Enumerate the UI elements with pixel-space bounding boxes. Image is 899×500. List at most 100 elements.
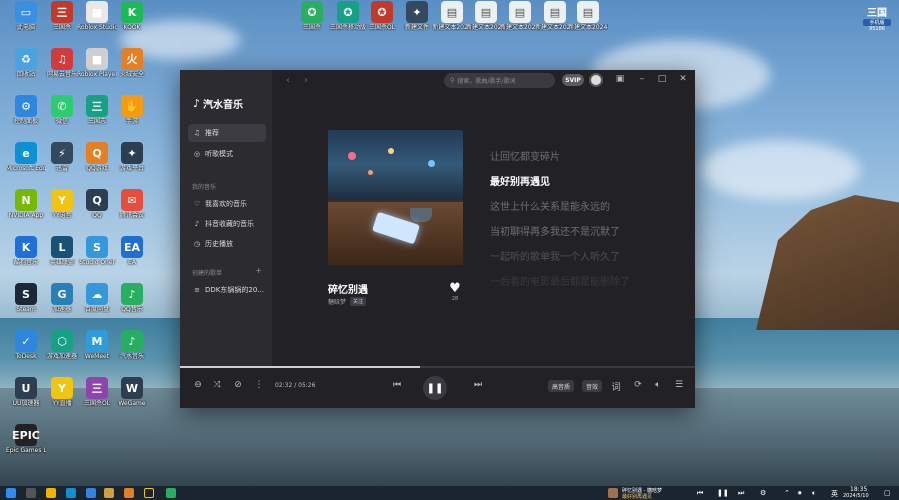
desktop-icon[interactable]: G 加速器 [42,283,82,313]
desktop-icon[interactable]: U UU加速器 [6,377,46,407]
close-icon[interactable]: ✕ [677,74,689,84]
desktop-icon[interactable]: K KOOK [112,1,152,31]
volume-icon[interactable]: 🔈︎ [652,380,664,390]
desktop-icon[interactable]: W WeGame [112,377,152,407]
next-taskbar-icon[interactable]: ⏭ [738,489,744,498]
lyric-line[interactable]: 当初聊得再多我还不是沉默了 [490,223,620,238]
desktop-icon[interactable]: ▭ 此电脑 [6,1,46,31]
desktop-icon[interactable]: ✦ 新建文件 [397,1,437,31]
desktop-icon[interactable]: ▤ 新建文本20244 [568,1,608,31]
desktop-icon[interactable]: 三三国志 [77,95,117,125]
add-playlist-icon[interactable]: + [255,266,262,275]
desktop-icon[interactable]: 火火绒安全 [112,48,152,78]
app-taskbar-icon[interactable] [86,488,96,498]
loop-icon[interactable]: ⟳ [632,380,644,390]
game-taskbar-icon[interactable] [104,488,114,498]
lyric-line[interactable]: 让回忆都变碎片 [490,148,560,163]
search-input[interactable]: ⚲ 搜索，歌曲/歌手/歌词 [444,73,555,88]
desktop-icon[interactable]: Q QQ [77,189,117,219]
desktop-icon[interactable]: ⚙ 控制面板 [6,95,46,125]
desktop-icon[interactable]: EA EA [112,236,152,266]
mini-player-icon[interactable]: ▣ [614,74,626,84]
more-icon[interactable]: ⋮ [253,380,265,390]
desktop-icon[interactable]: S Steam [6,283,46,313]
playlist-icon[interactable]: ☰ [673,380,685,390]
input-language[interactable]: 英 [831,489,838,499]
nav-recommend[interactable]: ♫ 推荐 [188,124,266,142]
maximize-icon[interactable]: □ [656,74,668,84]
desktop-icon[interactable]: K 酷狗音乐 [6,236,46,266]
desktop-icon[interactable]: ✪ 三国杀 [292,1,332,31]
explorer-icon[interactable] [46,488,56,498]
clock-time[interactable]: 18:35 [850,486,867,493]
nav-history[interactable]: ◷ 历史播放 [188,235,266,253]
desktop-icon[interactable]: ▤ 新建文本20242 [500,1,540,31]
desktop-icon[interactable]: M WeMeet [77,330,117,360]
desktop-icon[interactable]: Y YY直播 [42,377,82,407]
pause-taskbar-icon[interactable]: ❚❚ [717,489,729,497]
desktop-icon[interactable]: ✓ ToDesk [6,330,46,360]
next-icon[interactable]: ⏭ [472,380,484,390]
desktop-icon[interactable]: ✋ 手游 [112,95,152,125]
previous-icon[interactable]: ⏮ [391,380,403,390]
desktop-icon[interactable]: ■ Roblox Studio [77,1,117,31]
desktop-icon[interactable]: ✉ 腾讯会议 [112,189,152,219]
quality-button[interactable]: 高音质 [548,380,575,392]
desktop-icon[interactable]: ✪ 三国杀OL [362,1,402,31]
qishui-taskbar-icon[interactable] [166,488,176,498]
lyrics-taskbar-icon[interactable]: ⚙ [760,489,766,497]
back-arrow-icon[interactable]: ‹ [286,75,290,86]
dislike-icon[interactable]: ⊘ [232,380,244,390]
desktop-icon[interactable]: N NVIDIA App [6,189,46,219]
notification-icon[interactable]: ▢ [884,489,891,497]
desktop-icon[interactable]: ♻ 回收站 [6,48,46,78]
prev-taskbar-icon[interactable]: ⏮ [697,489,703,498]
song-artist[interactable]: 糖晗梦 [328,297,346,306]
desktop-icon[interactable]: Q QQ游戏 [77,142,117,172]
desktop-icon[interactable]: ✆ 微信 [42,95,82,125]
comment-icon[interactable]: ⊖ [192,380,204,390]
desktop-icon[interactable]: ⚡ 迅雷 [42,142,82,172]
lyric-line[interactable]: 这世上什么关系是能永远的 [490,198,610,213]
desktop-icon[interactable]: ⬡ 游戏加速器 [42,330,82,360]
search-taskbar-icon[interactable] [26,488,36,498]
now-playing-cover[interactable] [608,488,618,498]
pause-button[interactable]: ❚❚ [423,376,447,400]
sound-effect-button[interactable]: 音效 [582,380,603,392]
nav-douyin-fav[interactable]: ♪ 抖音收藏的音乐 [188,215,266,233]
yy-taskbar-icon[interactable] [144,488,154,498]
tray-expand-icon[interactable]: ⌃ [784,489,790,497]
desktop-icon[interactable]: 三三国杀OL [77,377,117,407]
desktop-icon[interactable]: e Microsoft Edge [6,142,46,172]
share-icon[interactable]: ⤨ [211,380,223,390]
speaker-icon[interactable]: 🔈︎ [812,489,816,498]
follow-button[interactable]: 关注 [350,297,367,306]
desktop-icon[interactable]: EPICEpic Games Launcher [6,424,46,454]
desktop-icon[interactable]: ♪ 汽水音乐 [112,330,152,360]
desktop-icon[interactable]: ♪ QQ音乐 [112,283,152,313]
lyric-line[interactable]: 一起听的歌单我一个人听久了 [490,248,620,263]
desktop-icon[interactable]: Y YY语音 [42,189,82,219]
start-icon[interactable] [6,488,16,498]
desktop-icon[interactable]: ■ Roblox Player [77,48,117,78]
desktop-icon[interactable]: ✦ 游戏平台 [112,142,152,172]
desktop-icon[interactable]: L 英雄联盟 [42,236,82,266]
forward-arrow-icon[interactable]: › [304,75,308,86]
nav-playlist-1[interactable]: ≡ DDK东锅锅的20... [188,281,266,299]
clock-date[interactable]: 2024/5/10 [843,493,869,499]
lyric-line[interactable]: 最好别再遇见 [490,173,550,188]
edge-icon[interactable] [66,488,76,498]
svip-badge[interactable]: SVIP [562,74,584,86]
like-button[interactable]: ♥ 28 [448,281,462,302]
desktop-icon[interactable]: ♫ 网易云音乐 [42,48,82,78]
desktop-icon[interactable]: S Studio Onef [77,236,117,266]
lyrics-icon[interactable]: 词 [610,380,622,393]
mic-icon[interactable]: ⏺ [798,489,802,498]
desktop-icon[interactable]: ☁ 百度网盘 [77,283,117,313]
nav-liked[interactable]: ♡ 我喜欢的音乐 [188,195,266,213]
minimize-icon[interactable]: – [636,74,648,84]
desktop-icon[interactable]: 三三国杀 [42,1,82,31]
app2-taskbar-icon[interactable] [124,488,134,498]
lyric-line[interactable]: 一后看的电影最后都是能删除了 [490,273,630,288]
nav-listen-mode[interactable]: ◎ 听歌模式 [188,145,266,163]
